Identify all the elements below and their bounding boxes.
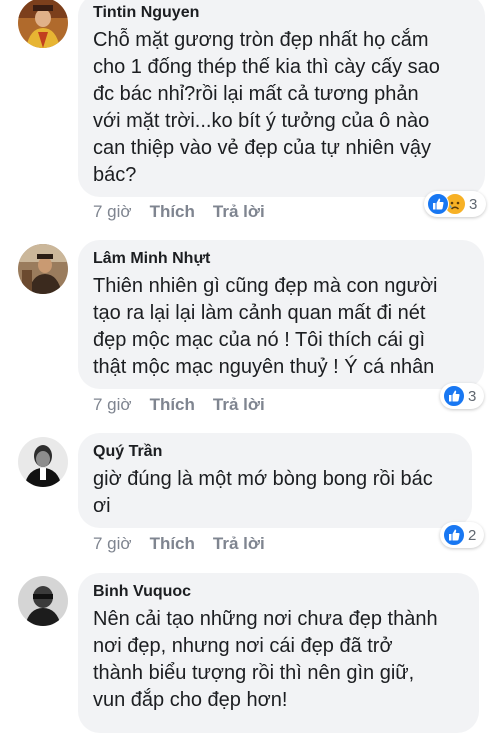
- reaction-count: 3: [468, 387, 477, 405]
- comment-author[interactable]: Binh Vuquoc: [93, 582, 463, 602]
- comment-bubble: Tintin Nguyen Chỗ mặt gương tròn đẹp nhấ…: [78, 0, 485, 197]
- comment-text: Nên cải tạo những nơi chưa đẹp thành nơi…: [93, 608, 438, 711]
- comment-text: Thiên nhiên gì cũng đẹp mà con người tạo…: [93, 275, 438, 378]
- comment-timestamp[interactable]: 7 giờ: [93, 395, 132, 414]
- avatar[interactable]: [18, 437, 68, 487]
- comment-timestamp[interactable]: 7 giờ: [93, 202, 132, 221]
- like-icon: [443, 385, 465, 407]
- reaction-summary[interactable]: 3: [424, 191, 486, 217]
- reply-link[interactable]: Trả lời: [213, 534, 265, 553]
- comment-author[interactable]: Quý Trần: [93, 442, 456, 462]
- like-icon: [443, 524, 465, 546]
- like-link[interactable]: Thích: [150, 202, 195, 221]
- like-link[interactable]: Thích: [150, 534, 195, 553]
- comment-text: Chỗ mặt gương tròn đẹp nhất họ cắm cho 1…: [93, 29, 440, 186]
- comment-timestamp[interactable]: 7 giờ: [93, 534, 132, 553]
- reaction-count: 2: [468, 526, 477, 544]
- comment-author[interactable]: Lâm Minh Nhựt: [93, 249, 468, 269]
- reaction-summary[interactable]: 3: [440, 383, 484, 409]
- comment-bubble: Quý Trần giờ đúng là một mớ bòng bong rồ…: [78, 433, 472, 528]
- comment-actions: 7 giờ Thích Trả lời: [93, 534, 283, 554]
- reply-link[interactable]: Trả lời: [213, 395, 265, 414]
- like-link[interactable]: Thích: [150, 395, 195, 414]
- avatar[interactable]: [18, 244, 68, 294]
- comment-bubble: Lâm Minh Nhựt Thiên nhiên gì cũng đẹp mà…: [78, 240, 484, 389]
- comment-actions: 7 giờ Thích Trả lời: [93, 395, 283, 415]
- comment-actions: 7 giờ Thích Trả lời: [93, 202, 283, 222]
- like-icon: [427, 193, 449, 215]
- reaction-summary[interactable]: 2: [440, 522, 484, 548]
- reply-link[interactable]: Trả lời: [213, 202, 265, 221]
- comment-author[interactable]: Tintin Nguyen: [93, 3, 469, 23]
- avatar[interactable]: [18, 576, 68, 626]
- comment-bubble: Binh Vuquoc Nên cải tạo những nơi chưa đ…: [78, 573, 479, 733]
- comment-text: giờ đúng là một mớ bòng bong rồi bác ơi: [93, 468, 433, 517]
- avatar[interactable]: [18, 0, 68, 48]
- reaction-count: 3: [469, 195, 478, 213]
